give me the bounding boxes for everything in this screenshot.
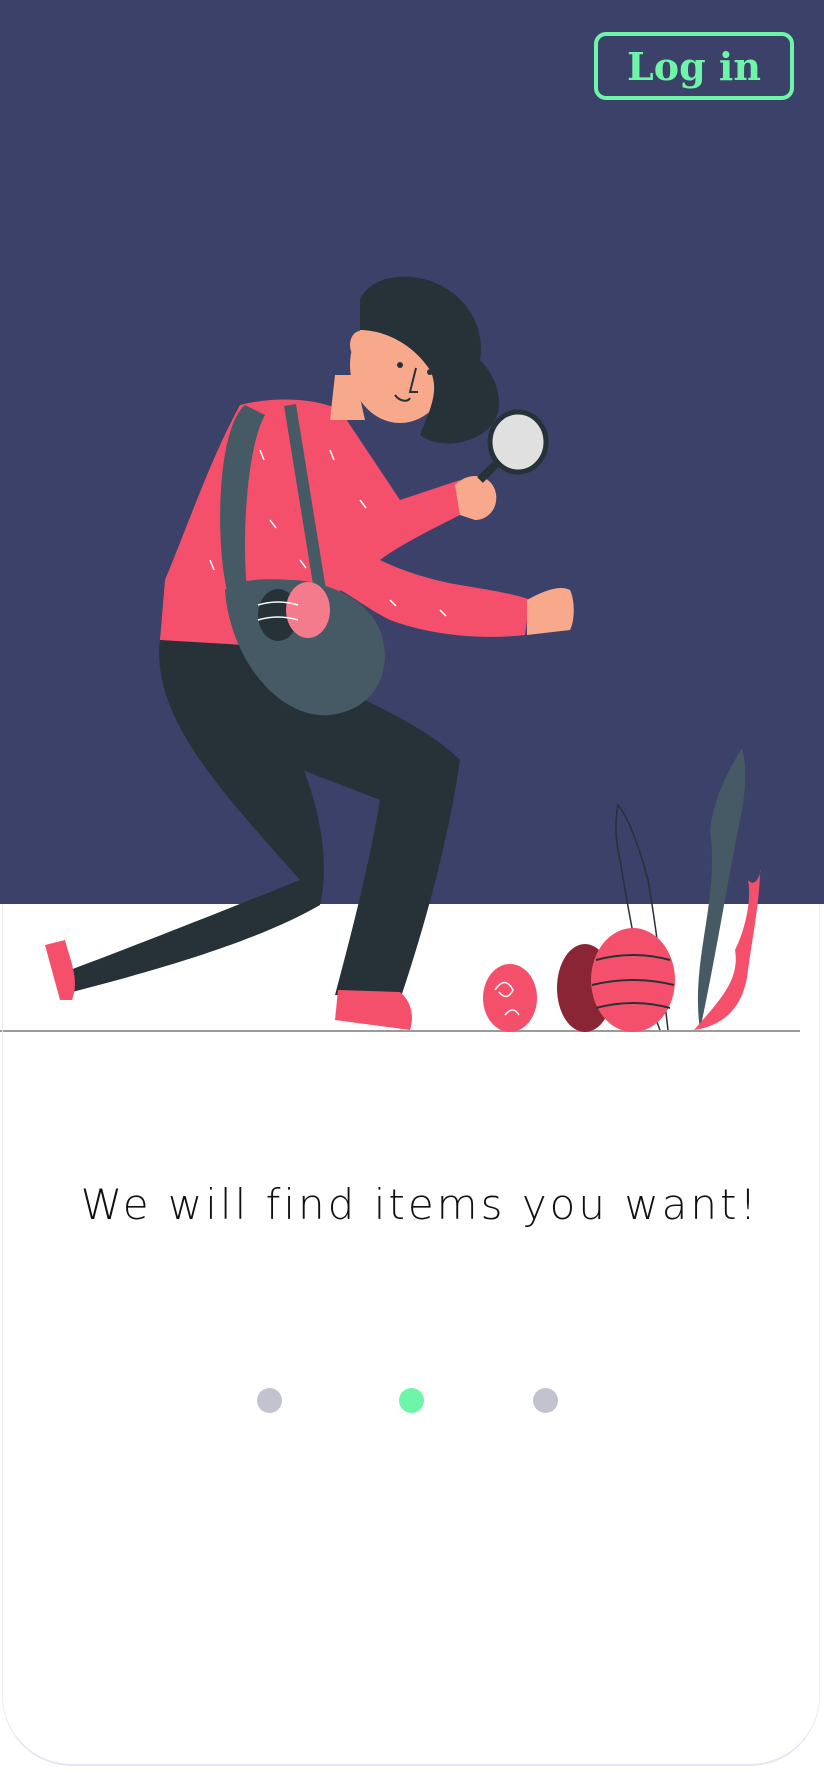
page-dot-2-active[interactable] [399, 1388, 424, 1413]
onboarding-screen: Log in We will find items you want! [0, 0, 824, 1782]
page-dot-3[interactable] [533, 1388, 558, 1413]
login-button[interactable]: Log in [594, 32, 794, 100]
onboarding-headline: We will find items you want! [80, 1180, 760, 1229]
page-dot-1[interactable] [257, 1388, 282, 1413]
person-searching-eggs-illustration [0, 276, 800, 1032]
page-indicator [0, 1388, 824, 1414]
